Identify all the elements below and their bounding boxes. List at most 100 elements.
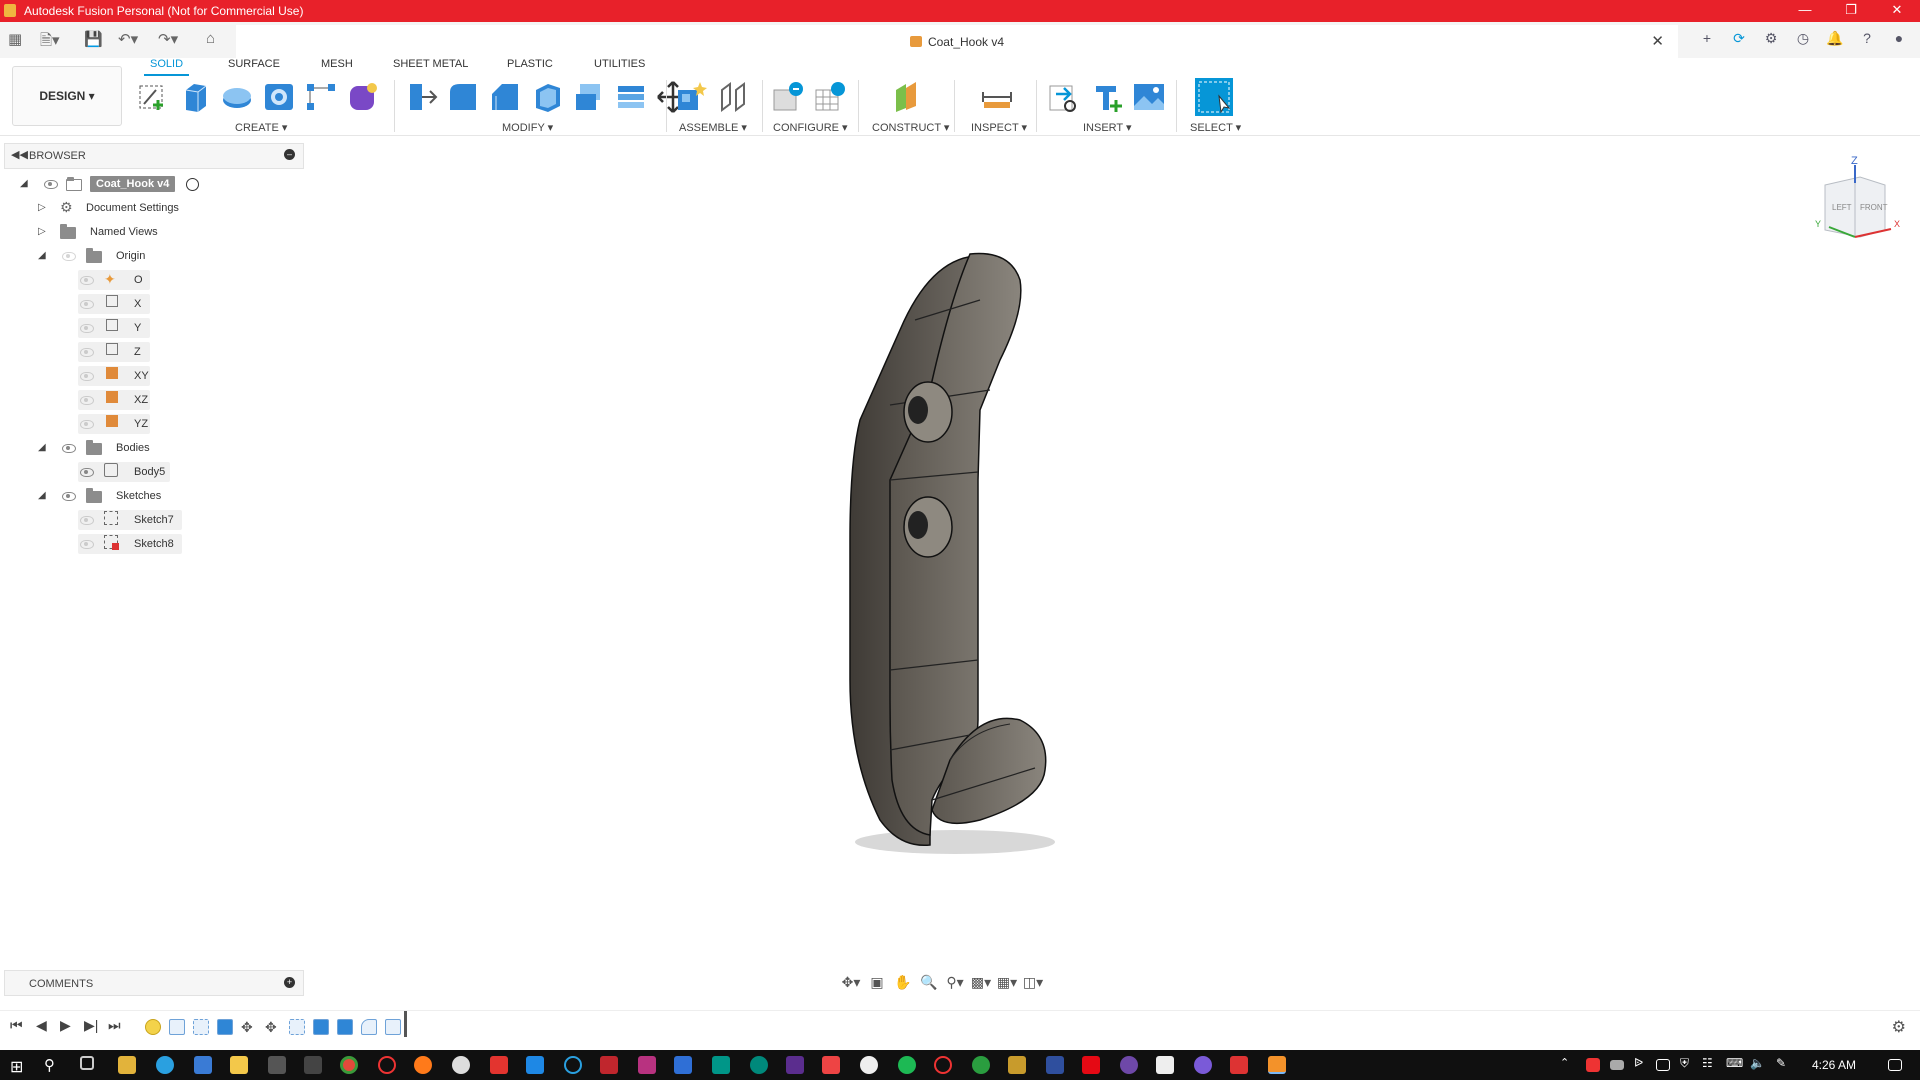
taskbar-app-icon[interactable] bbox=[564, 1056, 582, 1074]
notifications-icon[interactable]: 🔔 bbox=[1824, 27, 1846, 49]
measure-icon[interactable] bbox=[980, 80, 1014, 114]
job-status-icon[interactable]: ◷ bbox=[1792, 27, 1814, 49]
visibility-eye-hidden-icon[interactable] bbox=[80, 348, 94, 357]
visibility-eye-hidden-icon[interactable] bbox=[80, 420, 94, 429]
viewcube-front-face[interactable]: FRONT bbox=[1860, 203, 1888, 212]
visibility-eye-icon[interactable] bbox=[62, 444, 76, 453]
fusion-taskbar-icon[interactable] bbox=[1268, 1056, 1286, 1074]
visibility-eye-hidden-icon[interactable] bbox=[80, 516, 94, 525]
timeline-sketch-icon[interactable] bbox=[193, 1019, 209, 1035]
expanded-triangle-icon[interactable]: ◢ bbox=[38, 250, 50, 261]
collapsed-triangle-icon[interactable]: ▷ bbox=[38, 226, 50, 237]
workspace-switcher[interactable]: DESIGN ▾ bbox=[12, 66, 122, 126]
inspect-menu[interactable]: INSPECT ▾ bbox=[971, 121, 1027, 134]
visibility-eye-hidden-icon[interactable] bbox=[80, 396, 94, 405]
restore-button[interactable]: ❐ bbox=[1828, 0, 1874, 22]
help-icon[interactable]: ? bbox=[1856, 27, 1878, 49]
taskbar-app-icon[interactable] bbox=[1046, 1056, 1064, 1074]
tray-app-icon[interactable] bbox=[1610, 1060, 1624, 1070]
taskbar-app-icon[interactable] bbox=[638, 1056, 656, 1074]
collapsed-triangle-icon[interactable]: ▷ bbox=[38, 202, 50, 213]
timeline-extrude-icon[interactable] bbox=[217, 1019, 233, 1035]
extensions-icon[interactable]: ⟳ bbox=[1728, 27, 1750, 49]
new-component-icon[interactable] bbox=[674, 80, 708, 114]
tab-utilities[interactable]: UTILITIES bbox=[594, 58, 645, 70]
taskbar-app-icon[interactable] bbox=[1156, 1056, 1174, 1074]
user-avatar[interactable]: ● bbox=[1888, 27, 1910, 49]
timeline-move-icon[interactable]: ✥ bbox=[265, 1019, 281, 1035]
visibility-eye-icon[interactable] bbox=[62, 492, 76, 501]
construct-menu[interactable]: CONSTRUCT ▾ bbox=[872, 121, 949, 134]
tree-item-sketch8[interactable]: Sketch8 bbox=[134, 538, 174, 550]
configure-menu[interactable]: CONFIGURE ▾ bbox=[773, 121, 848, 134]
minimize-browser-icon[interactable]: – bbox=[284, 149, 295, 160]
taskbar-app-icon[interactable] bbox=[860, 1056, 878, 1074]
pen-icon[interactable]: ✎ bbox=[1776, 1056, 1794, 1074]
select-menu[interactable]: SELECT ▾ bbox=[1190, 121, 1241, 134]
viewcube[interactable]: Z LEFT FRONT Y X bbox=[1805, 155, 1915, 250]
look-at-icon[interactable]: ▣ bbox=[866, 971, 888, 993]
tree-root-label[interactable]: Coat_Hook v4 bbox=[90, 176, 176, 192]
network-icon[interactable]: ☷ bbox=[1702, 1056, 1720, 1074]
timeline-sketch-icon[interactable] bbox=[289, 1019, 305, 1035]
tab-sheet-metal[interactable]: SHEET METAL bbox=[393, 58, 468, 70]
zoom-icon[interactable]: 🔍 bbox=[918, 971, 940, 993]
expanded-triangle-icon[interactable]: ◢ bbox=[20, 178, 32, 189]
tree-item-named-views[interactable]: Named Views bbox=[90, 226, 158, 238]
form-icon[interactable] bbox=[346, 80, 380, 114]
grid-snaps-icon[interactable]: ▦▾ bbox=[996, 971, 1018, 993]
viewcube-left-face[interactable]: LEFT bbox=[1832, 203, 1852, 212]
data-panel-grid-icon[interactable]: ▦ bbox=[8, 30, 22, 48]
tray-app-icon[interactable] bbox=[1656, 1059, 1670, 1071]
taskbar-app-icon[interactable] bbox=[194, 1056, 212, 1074]
pattern-icon[interactable] bbox=[304, 80, 338, 114]
tree-item-origin-point[interactable]: O bbox=[134, 274, 143, 286]
taskbar-app-icon[interactable] bbox=[934, 1056, 952, 1074]
taskbar-app-icon[interactable] bbox=[452, 1056, 470, 1074]
step-forward-icon[interactable]: ▶| bbox=[84, 1017, 98, 1034]
tab-mesh[interactable]: MESH bbox=[321, 58, 353, 70]
minimize-button[interactable]: — bbox=[1782, 0, 1828, 22]
timeline-move-icon[interactable]: ✥ bbox=[241, 1019, 257, 1035]
visibility-eye-icon[interactable] bbox=[44, 180, 58, 189]
chrome-icon[interactable] bbox=[340, 1056, 358, 1074]
taskbar-app-icon[interactable] bbox=[526, 1056, 544, 1074]
new-tab-icon[interactable]: + bbox=[1696, 27, 1718, 49]
tree-item-z-axis[interactable]: Z bbox=[134, 346, 141, 358]
taskbar-app-icon[interactable] bbox=[156, 1056, 174, 1074]
opera-icon[interactable] bbox=[378, 1056, 396, 1074]
github-icon[interactable] bbox=[1120, 1056, 1138, 1074]
close-window-button[interactable]: ✕ bbox=[1874, 0, 1920, 22]
configure-icon[interactable] bbox=[770, 80, 804, 114]
visibility-eye-hidden-icon[interactable] bbox=[62, 252, 76, 261]
timeline-settings-gear-icon[interactable]: ⚙ bbox=[1892, 1017, 1906, 1037]
tray-app-icon[interactable] bbox=[1586, 1058, 1600, 1072]
taskbar-app-icon[interactable] bbox=[268, 1056, 286, 1074]
offset-face-icon[interactable] bbox=[614, 80, 648, 114]
tree-item-xz-plane[interactable]: XZ bbox=[134, 394, 148, 406]
collapse-panel-icon[interactable]: ◀◀ bbox=[11, 148, 28, 161]
taskbar-app-icon[interactable] bbox=[822, 1056, 840, 1074]
brave-icon[interactable] bbox=[490, 1056, 508, 1074]
tree-item-x-axis[interactable]: X bbox=[134, 298, 141, 310]
file-explorer-icon[interactable] bbox=[230, 1056, 248, 1074]
volume-icon[interactable]: 🔈 bbox=[1750, 1056, 1768, 1074]
taskbar-app-icon[interactable] bbox=[1008, 1056, 1026, 1074]
tree-item-body5[interactable]: Body5 bbox=[134, 466, 165, 478]
tree-item-y-axis[interactable]: Y bbox=[134, 322, 141, 334]
search-icon[interactable]: ⚲ bbox=[44, 1056, 62, 1074]
expanded-triangle-icon[interactable]: ◢ bbox=[38, 442, 50, 453]
home-icon[interactable]: ⌂ bbox=[206, 30, 215, 47]
taskbar-app-icon[interactable] bbox=[674, 1056, 692, 1074]
go-to-start-icon[interactable]: ⏮ bbox=[10, 1017, 23, 1034]
tree-item-bodies[interactable]: Bodies bbox=[116, 442, 150, 454]
visibility-eye-hidden-icon[interactable] bbox=[80, 372, 94, 381]
revolve-icon[interactable] bbox=[220, 80, 254, 114]
expanded-triangle-icon[interactable]: ◢ bbox=[38, 490, 50, 501]
tab-solid[interactable]: SOLID bbox=[143, 58, 190, 76]
arduino-icon[interactable] bbox=[750, 1056, 768, 1074]
close-tab-icon[interactable]: ✕ bbox=[1651, 32, 1664, 50]
windows-start-icon[interactable]: ⊞ bbox=[10, 1057, 23, 1077]
tree-item-yz-plane[interactable]: YZ bbox=[134, 418, 148, 430]
insert-mcmaster-icon[interactable] bbox=[1090, 80, 1124, 114]
